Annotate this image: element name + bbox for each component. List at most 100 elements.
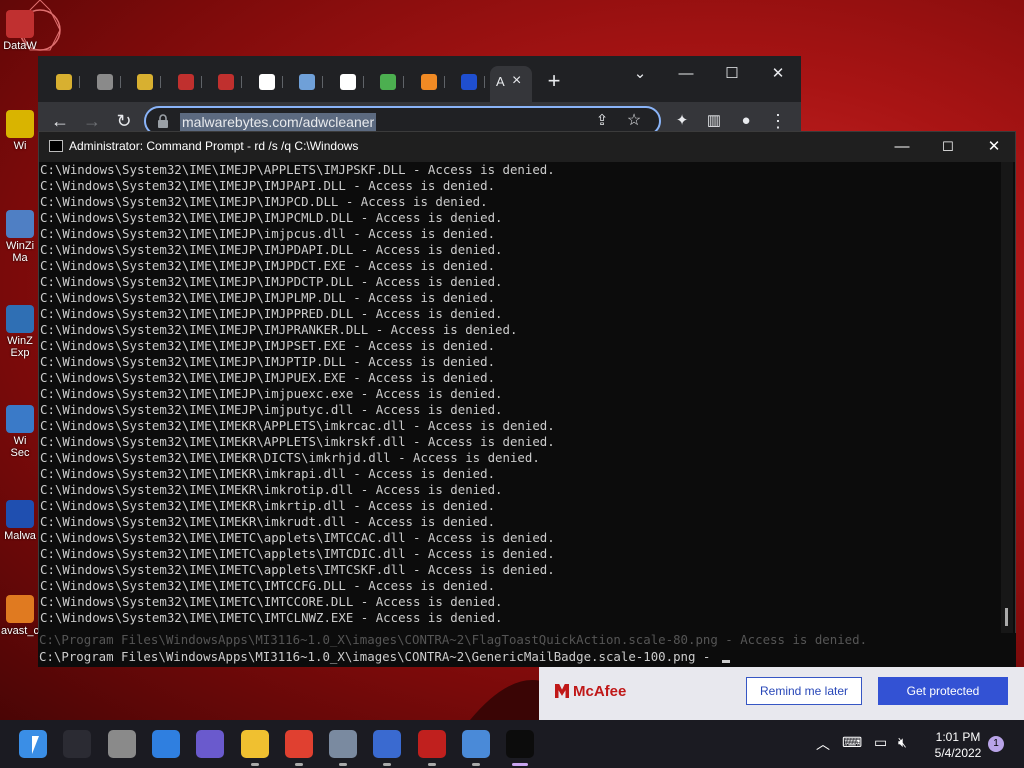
browser-tab[interactable]: [293, 70, 327, 94]
cmd-line: C:\Windows\System32\IME\IMEJP\IMJPTIP.DL…: [40, 354, 496, 369]
desktop-icon[interactable]: DataW: [0, 10, 40, 52]
browser-tab[interactable]: [415, 70, 449, 94]
tab-separator: [362, 76, 364, 88]
cmd-scrollbar[interactable]: [1001, 162, 1013, 666]
browser-tab[interactable]: [253, 70, 287, 94]
clock-date: 5/4/2022: [934, 746, 982, 760]
tab-strip: A × + ⌄ — ☐ ✕: [38, 56, 801, 102]
taskbar-chat-icon[interactable]: [196, 730, 225, 758]
desktop-icon-label: WinZ: [7, 335, 33, 347]
desktop-icon[interactable]: Malwa: [0, 500, 40, 542]
desktop-icon-sublabel: Ma: [12, 252, 28, 264]
desktop-icon[interactable]: WinZi Ma: [0, 210, 40, 264]
cmd-maximize-button[interactable]: ☐: [925, 132, 971, 162]
browser-tab[interactable]: [50, 70, 84, 94]
taskbar-app-blue-icon[interactable]: [373, 730, 402, 758]
taskbar-task-view-icon[interactable]: [107, 730, 136, 758]
cmd-line: C:\Windows\System32\IME\IMETC\applets\IM…: [40, 530, 555, 545]
cmd-line: C:\Windows\System32\IME\IMEJP\IMJPSET.EX…: [40, 338, 496, 353]
browser-tab[interactable]: [212, 70, 246, 94]
desktop-icon-sublabel: Exp: [10, 347, 30, 359]
tray-overflow-icon[interactable]: ︿: [816, 734, 830, 754]
taskbar-search-icon[interactable]: [63, 730, 92, 758]
mcafee-logo: McAfee: [555, 683, 626, 700]
cmd-line: C:\Windows\System32\IME\IMEJP\IMJPDAPI.D…: [40, 242, 503, 257]
cmd-line: C:\Windows\System32\IME\IMEJP\IMJPCMLD.D…: [40, 210, 503, 225]
tab-favicon-icon: [96, 74, 113, 90]
command-prompt-window[interactable]: Administrator: Command Prompt - rd /s /q…: [38, 131, 1016, 667]
cmd-close-button[interactable]: ✕: [971, 132, 1017, 162]
tab-favicon-icon: [339, 74, 356, 90]
tab-search-icon[interactable]: ⌄: [617, 60, 663, 88]
network-icon[interactable]: ▭: [874, 734, 887, 751]
desktop-icon[interactable]: Wi: [0, 110, 40, 152]
tab-separator: [79, 76, 80, 88]
close-tab-icon[interactable]: ×: [512, 72, 521, 90]
cmd-scroll-thumb[interactable]: [1005, 608, 1008, 626]
cmd-line: C:\Windows\System32\IME\IMEJP\IMJPRANKER…: [40, 322, 518, 337]
taskbar-mcafee-icon[interactable]: [417, 730, 446, 758]
taskbar-terminal-icon[interactable]: [506, 730, 535, 758]
desktop-app-icon: [6, 110, 34, 138]
clock[interactable]: 1:01 PM 5/4/2022: [928, 729, 988, 761]
desktop-icon-label: Wi: [13, 140, 27, 152]
cmd-title: Administrator: Command Prompt - rd /s /q…: [69, 139, 359, 153]
cmd-line-faded: C:\Program Files\WindowsApps\MI3116~1.0_…: [39, 633, 868, 647]
new-tab-button[interactable]: +: [543, 68, 565, 94]
taskbar-running-indicator: [383, 763, 392, 766]
volume-muted-icon[interactable]: 🔇︎: [898, 734, 907, 751]
cmd-line: C:\Windows\System32\IME\IMEJP\IMJPPRED.D…: [40, 306, 503, 321]
tab-favicon-icon: [137, 74, 153, 90]
close-window-button[interactable]: ✕: [755, 60, 801, 88]
desktop-icon[interactable]: Wi Sec: [0, 405, 40, 459]
keyboard-icon[interactable]: ⌨: [842, 734, 862, 751]
taskbar-settings-icon[interactable]: [329, 730, 358, 758]
tab-separator: [160, 76, 161, 88]
browser-tab[interactable]: [374, 70, 408, 94]
browser-tab[interactable]: [455, 70, 489, 94]
browser-tab[interactable]: [131, 70, 165, 94]
tab-separator: [403, 76, 404, 88]
taskbar-widgets-icon[interactable]: [151, 730, 180, 758]
desktop-app-icon: [6, 10, 34, 38]
tab-separator: [281, 76, 283, 88]
desktop-icon-label: avast_c: [1, 625, 39, 637]
cmd-line: C:\Windows\System32\IME\IMETC\IMTCLNWZ.E…: [40, 610, 503, 625]
url-text[interactable]: malwarebytes.com/adwcleaner: [180, 113, 377, 131]
tab-favicon-icon: [420, 74, 437, 90]
desktop-app-icon: [6, 210, 34, 238]
lock-icon: [158, 114, 168, 128]
cmd-line: C:\Windows\System32\IME\IMEKR\imkrtip.dl…: [40, 498, 496, 513]
desktop-app-icon: [6, 305, 34, 333]
taskbar-running-indicator: [294, 763, 303, 766]
notification-badge[interactable]: 1: [988, 736, 1004, 752]
browser-window[interactable]: A × + ⌄ — ☐ ✕ ← → ↻ malwarebytes.com/adw…: [38, 56, 801, 140]
cmd-output[interactable]: C:\Windows\System32\IME\IMEJP\APPLETS\IM…: [40, 162, 1000, 666]
minimize-button[interactable]: —: [663, 60, 709, 88]
taskbar-chrome-icon[interactable]: [284, 730, 313, 758]
taskbar-running-indicator: [512, 763, 529, 766]
active-tab[interactable]: A ×: [490, 66, 532, 102]
cmd-line: C:\Windows\System32\IME\IMEKR\APPLETS\im…: [40, 434, 555, 449]
cmd-line: C:\Windows\System32\IME\IMEJP\APPLETS\IM…: [40, 162, 555, 177]
browser-tab[interactable]: [172, 70, 206, 94]
cmd-bottom-output: C:\Program Files\WindowsApps\MI3116~1.0_…: [38, 633, 1016, 667]
mouse-cursor-icon: [32, 736, 39, 754]
desktop-icon[interactable]: WinZ Exp: [0, 305, 40, 359]
desktop-icon[interactable]: avast_c: [0, 595, 40, 637]
browser-tab[interactable]: [334, 70, 368, 94]
maximize-button[interactable]: ☐: [709, 60, 755, 88]
remind-me-later-button[interactable]: Remind me later: [746, 677, 862, 705]
cmd-title-bar[interactable]: Administrator: Command Prompt - rd /s /q…: [39, 132, 1015, 162]
desktop-icon-label: Wi: [13, 435, 27, 447]
cmd-line: C:\Windows\System32\IME\IMEJP\IMJPLMP.DL…: [40, 290, 496, 305]
cmd-minimize-button[interactable]: —: [879, 132, 925, 162]
taskbar-file-explorer-icon[interactable]: [240, 730, 269, 758]
get-protected-button[interactable]: Get protected: [878, 677, 1008, 705]
browser-tab[interactable]: [91, 70, 125, 94]
tab-separator: [443, 76, 445, 88]
taskbar-app-globe-icon[interactable]: [462, 730, 490, 758]
cmd-line: C:\Windows\System32\IME\IMEKR\DICTS\imkr…: [40, 450, 540, 465]
tab-separator: [484, 76, 485, 88]
cmd-line: C:\Windows\System32\IME\IMEJP\IMJPCD.DLL…: [40, 194, 488, 209]
